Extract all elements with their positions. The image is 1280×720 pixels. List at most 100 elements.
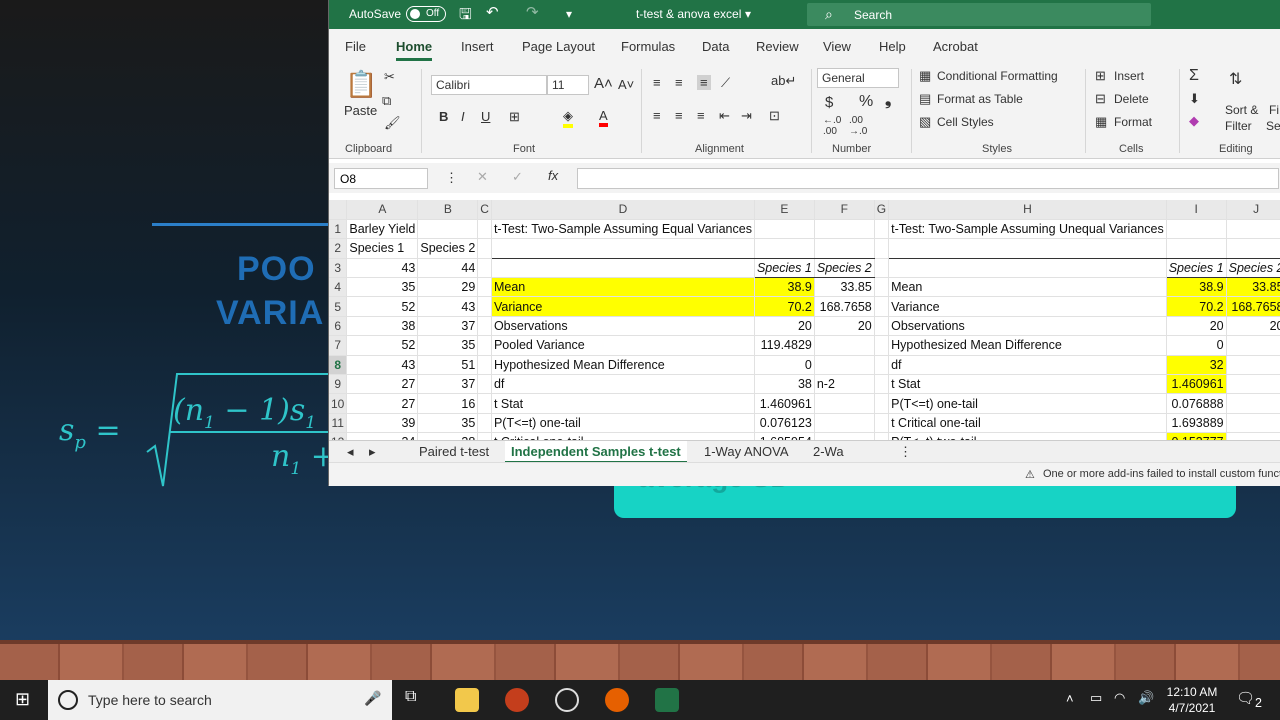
cell-styles-button[interactable]: Cell Styles xyxy=(937,115,994,129)
cell[interactable] xyxy=(477,238,492,259)
percent-icon[interactable]: % xyxy=(859,93,873,111)
cell[interactable] xyxy=(1226,374,1280,395)
row-header[interactable]: 1 xyxy=(329,219,348,240)
cell[interactable] xyxy=(874,219,890,240)
cell[interactable]: 38.9 xyxy=(754,277,815,298)
tab-formulas[interactable]: Formulas xyxy=(621,39,675,54)
cell[interactable]: t Critical one-tail xyxy=(888,413,1167,434)
paste-label[interactable]: Paste xyxy=(344,103,377,118)
bold-icon[interactable]: B xyxy=(439,109,448,124)
cell[interactable]: Mean xyxy=(888,277,1167,298)
column-header[interactable]: J xyxy=(1226,200,1280,220)
delete-cells-icon[interactable]: ⊟ xyxy=(1095,91,1106,107)
cell[interactable]: 20 xyxy=(754,316,815,337)
cell[interactable]: 35 xyxy=(417,413,479,434)
cell[interactable]: 52 xyxy=(346,296,419,317)
tab-home[interactable]: Home xyxy=(396,39,433,61)
cell[interactable]: 51 xyxy=(417,355,479,376)
sort-filter-icon[interactable]: ⇅ xyxy=(1229,69,1242,89)
cell[interactable]: Mean xyxy=(491,277,755,298)
cell[interactable] xyxy=(874,393,890,414)
cell[interactable] xyxy=(874,238,890,259)
font-name-select[interactable]: Calibri xyxy=(431,75,547,95)
cell[interactable] xyxy=(874,432,890,440)
sort-filter-label-2[interactable]: Filter xyxy=(1225,119,1252,133)
taskbar-search[interactable]: Type here to search 🎤 xyxy=(48,680,392,720)
column-header[interactable]: E xyxy=(754,200,815,220)
cell[interactable] xyxy=(814,393,875,414)
cell[interactable]: Species 1 xyxy=(346,238,419,259)
cell[interactable]: 52 xyxy=(346,335,419,356)
undo-icon[interactable]: ↶ xyxy=(486,3,499,21)
copy-icon[interactable]: ⧉ xyxy=(382,93,391,109)
italic-icon[interactable]: I xyxy=(461,109,465,124)
cell[interactable] xyxy=(477,355,492,376)
cell[interactable]: Hypothesized Mean Difference xyxy=(491,355,755,376)
cell[interactable]: 119.4829 xyxy=(754,335,815,356)
cancel-icon[interactable]: ✕ xyxy=(477,169,488,185)
decrease-decimal-icon[interactable]: .00 →.0 xyxy=(849,115,867,137)
cell[interactable]: 38 xyxy=(346,316,419,337)
cell[interactable] xyxy=(754,238,815,259)
cell[interactable] xyxy=(874,277,890,298)
cell[interactable]: 35 xyxy=(346,277,419,298)
save-icon[interactable]: 🖫 xyxy=(459,4,472,29)
cell[interactable]: Species 2 xyxy=(417,238,479,259)
sheet-tab-2way[interactable]: 2-Wa xyxy=(813,444,844,459)
tab-acrobat[interactable]: Acrobat xyxy=(933,39,978,54)
cell[interactable] xyxy=(814,238,875,259)
cell[interactable] xyxy=(1166,219,1227,240)
cell[interactable]: Observations xyxy=(491,316,755,337)
cell[interactable]: df xyxy=(888,355,1167,376)
cell[interactable] xyxy=(491,258,755,279)
cell[interactable]: 0 xyxy=(1166,335,1227,356)
insert-function-icon[interactable]: fx xyxy=(548,168,558,183)
format-cells-icon[interactable]: ▦ xyxy=(1095,114,1107,130)
cell[interactable] xyxy=(1226,355,1280,376)
cell[interactable]: 33.85 xyxy=(814,277,875,298)
cell[interactable]: 44 xyxy=(417,258,479,279)
decrease-font-icon[interactable]: A˅ xyxy=(618,77,634,92)
cell[interactable] xyxy=(1226,413,1280,434)
tab-data[interactable]: Data xyxy=(702,39,729,54)
font-color-icon[interactable]: A xyxy=(599,108,608,127)
find-select-label-2[interactable]: Se xyxy=(1266,119,1280,133)
align-right-icon[interactable]: ≡ xyxy=(697,108,705,123)
conditional-formatting-button[interactable]: Conditional Formatting xyxy=(937,69,1058,83)
cell[interactable]: 33.85 xyxy=(1226,277,1280,298)
format-as-table-button[interactable]: Format as Table xyxy=(937,92,1023,106)
cell[interactable] xyxy=(477,413,492,434)
cell[interactable] xyxy=(477,316,492,337)
cell[interactable] xyxy=(1166,238,1227,259)
cell[interactable] xyxy=(888,258,1167,279)
row-header[interactable]: 11 xyxy=(329,413,348,434)
cell[interactable]: 29 xyxy=(417,277,479,298)
cell[interactable]: Barley Yield xyxy=(346,219,419,240)
insert-button[interactable]: Insert xyxy=(1114,69,1144,83)
cell[interactable]: 34 xyxy=(346,432,419,440)
show-hidden-icons[interactable]: ˄ xyxy=(1066,691,1074,706)
row-header[interactable]: 5 xyxy=(329,296,348,317)
wifi-icon[interactable]: ◠ xyxy=(1114,690,1125,706)
cell[interactable]: 1.685954 xyxy=(754,432,815,440)
cell[interactable] xyxy=(1226,219,1280,240)
row-header[interactable]: 2 xyxy=(329,238,348,259)
cell[interactable]: 27 xyxy=(346,374,419,395)
cell[interactable]: t Stat xyxy=(888,374,1167,395)
cell[interactable]: 43 xyxy=(346,258,419,279)
cell[interactable]: 16 xyxy=(417,393,479,414)
cell[interactable] xyxy=(477,335,492,356)
cell[interactable] xyxy=(814,335,875,356)
microphone-icon[interactable]: 🎤 xyxy=(364,690,381,707)
insert-cells-icon[interactable]: ⊞ xyxy=(1095,68,1106,84)
currency-icon[interactable]: $ xyxy=(825,94,833,111)
cell[interactable]: t Critical one-tail xyxy=(491,432,755,440)
battery-icon[interactable]: ▭ xyxy=(1090,690,1102,706)
cell[interactable] xyxy=(874,374,890,395)
windows-start-icon[interactable]: ⊞ xyxy=(15,689,30,710)
cell[interactable] xyxy=(1226,335,1280,356)
row-header[interactable]: 7 xyxy=(329,335,348,356)
increase-decimal-icon[interactable]: ←.0.00 xyxy=(823,115,841,137)
customize-qat-icon[interactable]: ▾ xyxy=(566,7,572,21)
autosave-toggle[interactable]: Off xyxy=(406,6,446,22)
